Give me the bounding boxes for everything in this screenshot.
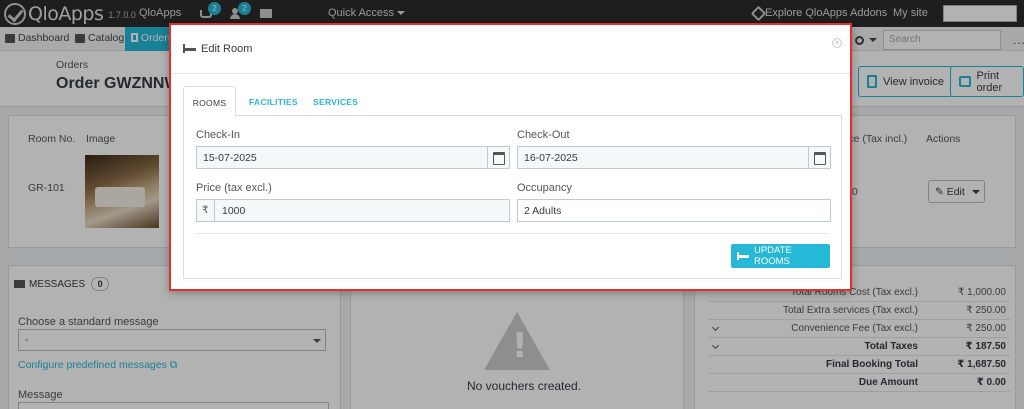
update-rooms-label: UPDATE ROOMS [753,245,792,267]
checkin-value: 15-07-2025 [203,152,257,164]
occupancy-input[interactable]: 2 Adults [517,199,831,222]
checkout-label: Check-Out [517,129,570,141]
price-label: Price (tax excl.) [196,182,272,194]
edit-room-modal: Edit Room × ROOMS FACILITIES SERVICES Ch… [169,23,852,291]
modal-title: Edit Room [201,43,253,55]
price-input[interactable]: ₹ 1000 [196,199,510,222]
occupancy-value: 2 Adults [524,205,562,217]
checkin-input[interactable]: 15-07-2025 [196,146,510,169]
price-value: 1000 [222,205,246,217]
update-rooms-button[interactable]: UPDATE ROOMS [731,244,830,268]
checkout-value: 16-07-2025 [524,152,578,164]
bed-icon [183,44,196,53]
checkout-input[interactable]: 16-07-2025 [517,146,831,169]
modal-header: Edit Room × [171,25,850,74]
occupancy-label: Occupancy [517,182,573,194]
bed-icon [737,252,749,260]
close-icon[interactable]: × [832,38,842,48]
rooms-tab-content: Check-In 15-07-2025 Check-Out 16-07-2025… [183,116,842,279]
checkin-label: Check-In [196,129,241,141]
currency-symbol: ₹ [197,200,215,221]
calendar-icon[interactable] [808,147,830,168]
calendar-icon[interactable] [487,147,509,168]
tab-rooms[interactable]: ROOMS [183,86,236,117]
form-divider [196,233,829,234]
tab-facilities[interactable]: FACILITIES [249,86,298,117]
tab-services[interactable]: SERVICES [313,86,358,117]
modal-tabs: ROOMS FACILITIES SERVICES [183,86,842,117]
